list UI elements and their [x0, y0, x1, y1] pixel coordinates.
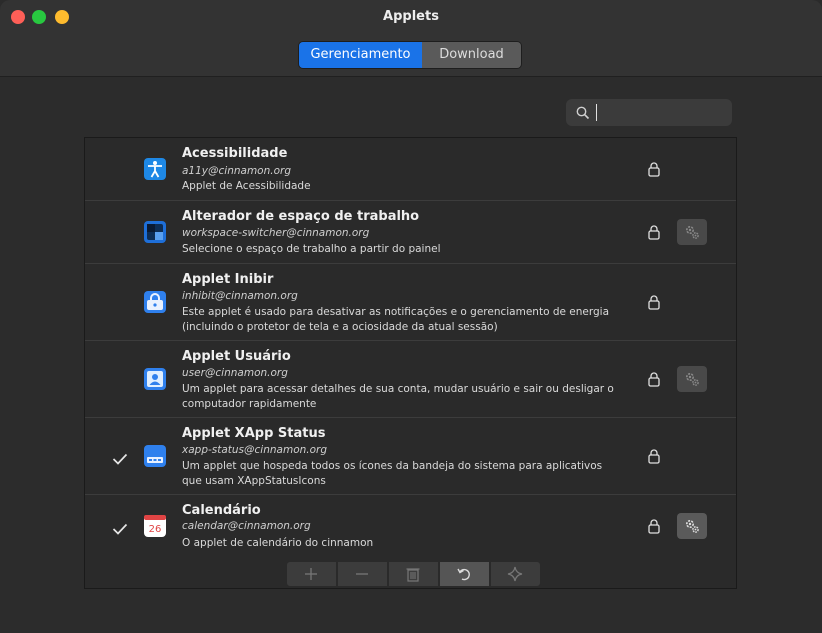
applet-row[interactable]: Applet Inibir inhibit@cinnamon.org Este ap…	[85, 264, 736, 341]
remove-button[interactable]	[337, 561, 388, 587]
applet-uuid: workspace-switcher@cinnamon.org	[182, 227, 370, 239]
enabled-check-icon	[112, 450, 128, 469]
applet-uuid: calendar@cinnamon.org	[182, 520, 311, 532]
applet-name: Applet Inibir	[182, 272, 274, 287]
applet-description: Selecione o espaço de trabalho a partir …	[182, 243, 441, 255]
applet-list: Acessibilidade a11y@cinnamon.org Applet de…	[84, 137, 737, 559]
applets-window: Applets Gerenciamento Download Acessibil…	[0, 0, 822, 633]
applet-description: O applet de calendário do cinnamon	[182, 537, 374, 549]
title-bar: Applets Gerenciamento Download	[0, 0, 822, 77]
search-icon	[576, 106, 590, 120]
applet-row[interactable]: Acessibilidade a11y@cinnamon.org Applet de…	[85, 138, 736, 201]
applet-uuid: user@cinnamon.org	[182, 367, 288, 379]
lock-icon	[647, 448, 661, 468]
applet-row[interactable]: Alterador de espaço de trabalho workspace…	[85, 201, 736, 264]
applet-row[interactable]: Applet XApp Status xapp-status@cinnamon.o…	[85, 418, 736, 495]
lock-icon	[647, 371, 661, 391]
tab-gerenciamento[interactable]: Gerenciamento	[299, 42, 422, 68]
sparkle-icon	[507, 566, 523, 582]
applet-uuid: xapp-status@cinnamon.org	[182, 444, 328, 456]
lock-icon	[647, 518, 661, 538]
applet-uuid: inhibit@cinnamon.org	[182, 290, 298, 302]
accessibility-icon	[144, 158, 166, 180]
more-button[interactable]	[490, 561, 541, 587]
uninstall-button[interactable]	[388, 561, 439, 587]
applet-name: Acessibilidade	[182, 146, 288, 161]
undo-icon	[457, 568, 470, 581]
lock-icon	[647, 161, 661, 181]
applet-description: Este applet é usado para desativar as no…	[182, 306, 610, 333]
user-account-icon	[144, 368, 166, 390]
applet-row[interactable]: 26 Calendário calendar@cinnamon.org O apple…	[85, 495, 736, 557]
list-toolbar	[84, 558, 737, 589]
applet-row[interactable]: Applet Usuário user@cinnamon.org Um applet…	[85, 341, 736, 418]
lock-icon	[647, 294, 661, 314]
text-caret	[596, 104, 597, 121]
tab-download[interactable]: Download	[422, 42, 521, 68]
xapp-status-icon	[144, 445, 166, 467]
search-input[interactable]	[566, 99, 732, 126]
configure-button[interactable]	[677, 513, 707, 539]
lock-icon	[647, 224, 661, 244]
applet-description: Um applet para acessar detalhes de sua c…	[182, 383, 614, 410]
restore-button[interactable]	[439, 561, 490, 587]
toolbar-button-group	[286, 561, 541, 587]
applet-name: Applet XApp Status	[182, 426, 326, 441]
applet-description: Applet de Acessibilidade	[182, 180, 311, 192]
trash-icon	[406, 568, 420, 582]
minus-icon	[356, 573, 368, 575]
configure-button[interactable]	[677, 366, 707, 392]
applet-name: Calendário	[182, 503, 261, 518]
applet-uuid: a11y@cinnamon.org	[182, 165, 291, 177]
enabled-check-icon	[112, 520, 128, 539]
svg-text:26: 26	[149, 524, 162, 535]
workspace-switcher-icon	[144, 221, 166, 243]
view-switcher: Gerenciamento Download	[298, 41, 522, 69]
applet-name: Alterador de espaço de trabalho	[182, 209, 420, 224]
window-title: Applets	[383, 9, 439, 24]
calendar-icon: 26	[144, 515, 166, 537]
configure-button[interactable]	[677, 219, 707, 245]
plus-icon	[305, 568, 317, 580]
inhibit-lock-icon	[144, 291, 166, 313]
applet-name: Applet Usuário	[182, 349, 291, 364]
applet-description: Um applet que hospeda todos os ícones da…	[182, 460, 603, 487]
add-button[interactable]	[286, 561, 337, 587]
